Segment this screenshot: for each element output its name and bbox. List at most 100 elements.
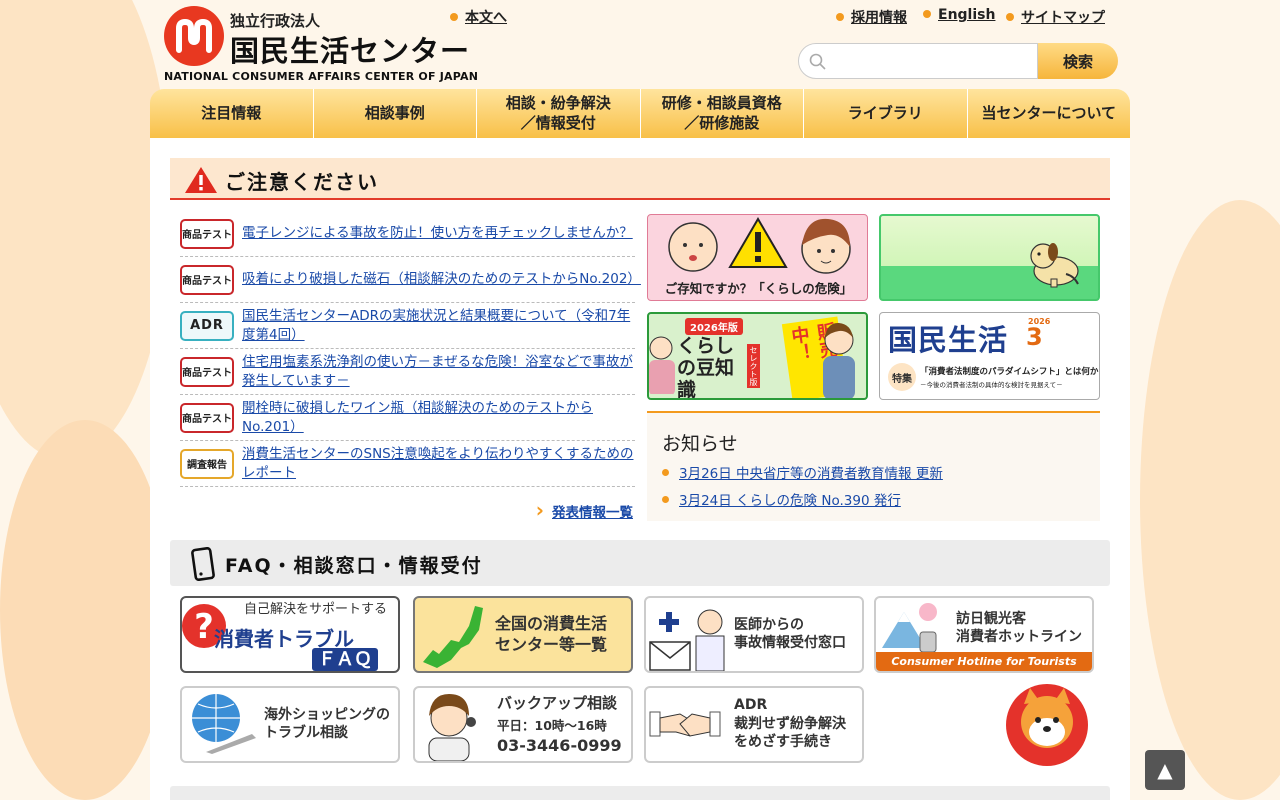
category-tag: 商品テスト xyxy=(180,402,234,433)
dog-icon xyxy=(1030,243,1079,288)
logo-mark xyxy=(164,6,224,66)
nav-label: 当センターについて xyxy=(981,103,1117,122)
site-logo[interactable]: 独立行政法人 国民生活センター NATIONAL CONSUMER AFFAIR… xyxy=(164,6,478,83)
search-icon xyxy=(809,53,826,70)
warning-icon xyxy=(185,167,217,193)
smartphone-icon xyxy=(191,547,215,581)
globe-airplane-icon xyxy=(192,694,256,754)
press-release-link[interactable]: 国民生活センターADRの実施状況と結果概要について（令和7年度第4回） xyxy=(242,307,635,343)
banner-tokushu: 特集 xyxy=(888,363,916,391)
notice-link[interactable]: 3月24日 くらしの危険 No.390 発行 xyxy=(679,493,901,509)
banner-subtitle: 「消費者法制度のパラダイムシフト」とは何か xyxy=(920,367,1099,377)
search-field xyxy=(798,43,1038,79)
next-section-heading xyxy=(170,786,1110,800)
list-item: ADR 国民生活センターADRの実施状況と結果概要について（令和7年度第4回） xyxy=(180,303,635,349)
nav-label: 注目情報 xyxy=(201,103,262,122)
nav-library[interactable]: ライブラリ xyxy=(804,89,968,138)
nav-about[interactable]: 当センターについて xyxy=(968,89,1131,138)
notice-link[interactable]: 3月26日 中央省庁等の消費者教育情報 更新 xyxy=(679,466,943,482)
list-item: 商品テスト 開栓時に破損したワイン瓶（相談解決のためのテストからNo.201） xyxy=(180,395,635,441)
tile-label: 海外ショッピングの トラブル相談 xyxy=(264,707,390,742)
search-input[interactable] xyxy=(833,50,1033,74)
kurashi-kiken-banner[interactable]: ご存知ですか？「くらしの危険」 xyxy=(647,214,868,301)
doctor-report-tile[interactable]: 医師からの 事故情報受付窓口 xyxy=(644,596,864,673)
mascot-dog-icon[interactable] xyxy=(1000,684,1094,766)
tile-phone: 03-3446-0999 xyxy=(497,736,622,755)
category-tag: ADR xyxy=(180,310,234,341)
kokumin-seikatsu-banner[interactable]: 国民生活 2026 3 特集 「消費者法制度のパラダイムシフト」とは何か －今後… xyxy=(879,312,1100,400)
person-icon xyxy=(649,336,675,394)
press-release-link[interactable]: 消費生活センターのSNS注意喚起をより伝わりやすくするためのレポート xyxy=(242,445,635,481)
faq-title: FAQ・相談窓口・情報受付 xyxy=(225,555,483,577)
notice-list: 3月26日 中央省庁等の消費者教育情報 更新 3月24日 くらしの危険 No.3… xyxy=(662,462,943,516)
site-header: 独立行政法人 国民生活センター NATIONAL CONSUMER AFFAIR… xyxy=(150,0,1130,90)
list-item: 商品テスト 吸着により破損した磁石（相談解決のためのテストからNo.202） xyxy=(180,257,641,303)
press-release-link[interactable]: 吸着により破損した磁石（相談解決のためのテストからNo.202） xyxy=(242,270,641,288)
global-nav: 注目情報 相談事例 相談・紛争解決 ／情報受付 研修・相談員資格 ／研修施設 ラ… xyxy=(150,89,1130,138)
sitemap-link[interactable]: サイトマップ xyxy=(1006,7,1105,27)
category-tag: 調査報告 xyxy=(180,448,234,479)
search-button[interactable]: 検索 xyxy=(1038,43,1118,79)
doctor-icon xyxy=(649,609,725,671)
notice-box: お知らせ 3月26日 中央省庁等の消費者教育情報 更新 3月24日 くらしの危険… xyxy=(647,411,1100,521)
logo-title: 国民生活センター xyxy=(230,34,471,68)
nav-label: 相談・紛争解決 ／情報受付 xyxy=(505,94,611,132)
nav-training[interactable]: 研修・相談員資格 ／研修施設 xyxy=(641,89,804,138)
banner-caption: ご存知ですか？「くらしの危険」 xyxy=(664,281,853,296)
category-tag: 商品テスト xyxy=(180,218,234,249)
nav-label: ライブラリ xyxy=(847,103,923,122)
svg-text:?: ? xyxy=(194,607,214,647)
mount-fuji-icon xyxy=(882,603,937,653)
operator-icon xyxy=(428,694,476,761)
consumer-centers-tile[interactable]: 全国の消費生活 センター等一覧 xyxy=(413,596,633,673)
tile-sub-label: ＦＡＱ xyxy=(312,648,378,671)
tile-title: ADR xyxy=(734,697,768,713)
list-item: 商品テスト 電子レンジによる事故を防止！使い方を再チェックしませんか？ xyxy=(180,211,635,257)
main-content: ご注意ください 商品テスト 電子レンジによる事故を防止！使い方を再チェックしません… xyxy=(150,138,1130,800)
all-releases-link[interactable]: 発表情報一覧 xyxy=(536,498,633,522)
tile-english-label: Consumer Hotline for Tourists xyxy=(876,652,1092,671)
category-tag: 商品テスト xyxy=(180,264,234,295)
notice-title: お知らせ xyxy=(662,433,738,455)
tile-hours: 平日：10時～16時 xyxy=(497,718,607,733)
site-search: 検索 xyxy=(798,43,1118,79)
banner-title: くらしの豆知識 xyxy=(677,335,735,400)
skip-to-content-link[interactable]: 本文へ xyxy=(450,7,507,27)
tile-label: 訪日観光客 消費者ホットライン xyxy=(956,611,1082,646)
tile-label: 医師からの 事故情報受付窓口 xyxy=(734,617,846,652)
nav-case-studies[interactable]: 相談事例 xyxy=(314,89,477,138)
caution-heading: ご注意ください xyxy=(170,158,1110,200)
banner-year: 2026年版 xyxy=(685,318,743,335)
press-release-link[interactable]: 住宅用塩素系洗浄剤の使い方－まぜるな危険！浴室などで事故が発生しています－ xyxy=(242,353,635,389)
back-to-top-button[interactable]: ▲ xyxy=(1145,750,1185,790)
backup-consultation-tile[interactable]: バックアップ相談 平日：10時～16時 03-3446-0999 xyxy=(413,686,633,763)
press-release-link[interactable]: 開栓時に破損したワイン瓶（相談解決のためのテストからNo.201） xyxy=(242,399,635,435)
press-release-list: 商品テスト 電子レンジによる事故を防止！使い方を再チェックしませんか？ 商品テスト… xyxy=(180,211,641,487)
handshake-icon xyxy=(649,711,721,737)
nav-consultation[interactable]: 相談・紛争解決 ／情報受付 xyxy=(477,89,641,138)
list-item: 3月26日 中央省庁等の消費者教育情報 更新 xyxy=(662,462,943,482)
person-icon xyxy=(823,322,855,398)
nav-label: 研修・相談員資格 ／研修施設 xyxy=(661,94,782,132)
banner-title: 国民生活 xyxy=(888,323,1009,357)
tile-label: 全国の消費生活 センター等一覧 xyxy=(495,614,608,654)
nav-highlights[interactable]: 注目情報 xyxy=(150,89,314,138)
kurashi-mame-banner[interactable]: 2026年版 くらしの豆知識 セレクト版 販売中！ xyxy=(647,312,868,400)
overseas-shopping-tile[interactable]: 海外ショッピングの トラブル相談 xyxy=(180,686,400,763)
caution-title: ご注意ください xyxy=(225,170,379,194)
adr-tile[interactable]: ADR 裁判せず紛争解決 をめざす手続き xyxy=(644,686,864,763)
list-item: 調査報告 消費生活センターのSNS注意喚起をより伝わりやすくするためのレポート xyxy=(180,441,635,487)
faq-tile[interactable]: ? 自己解決をサポートする 消費者トラブル ＦＡＱ xyxy=(180,596,400,673)
banner-select: セレクト版 xyxy=(747,344,760,388)
press-release-link[interactable]: 電子レンジによる事故を防止！使い方を再チェックしませんか？ xyxy=(242,224,633,242)
tile-top-label: 自己解決をサポートする xyxy=(244,602,388,617)
list-item: 3月24日 くらしの危険 No.390 発行 xyxy=(662,489,943,509)
english-link[interactable]: English xyxy=(923,7,995,23)
banner-issue: 3 xyxy=(1026,323,1043,351)
nav-label: 相談事例 xyxy=(364,103,425,122)
mascot-banner[interactable] xyxy=(879,214,1100,301)
tourist-hotline-tile[interactable]: 訪日観光客 消費者ホットライン Consumer Hotline for Tou… xyxy=(874,596,1094,673)
careers-link[interactable]: 採用情報 xyxy=(836,7,907,27)
logo-english: NATIONAL CONSUMER AFFAIRS CENTER OF JAPA… xyxy=(164,70,479,83)
tile-title: バックアップ相談 xyxy=(497,694,618,712)
